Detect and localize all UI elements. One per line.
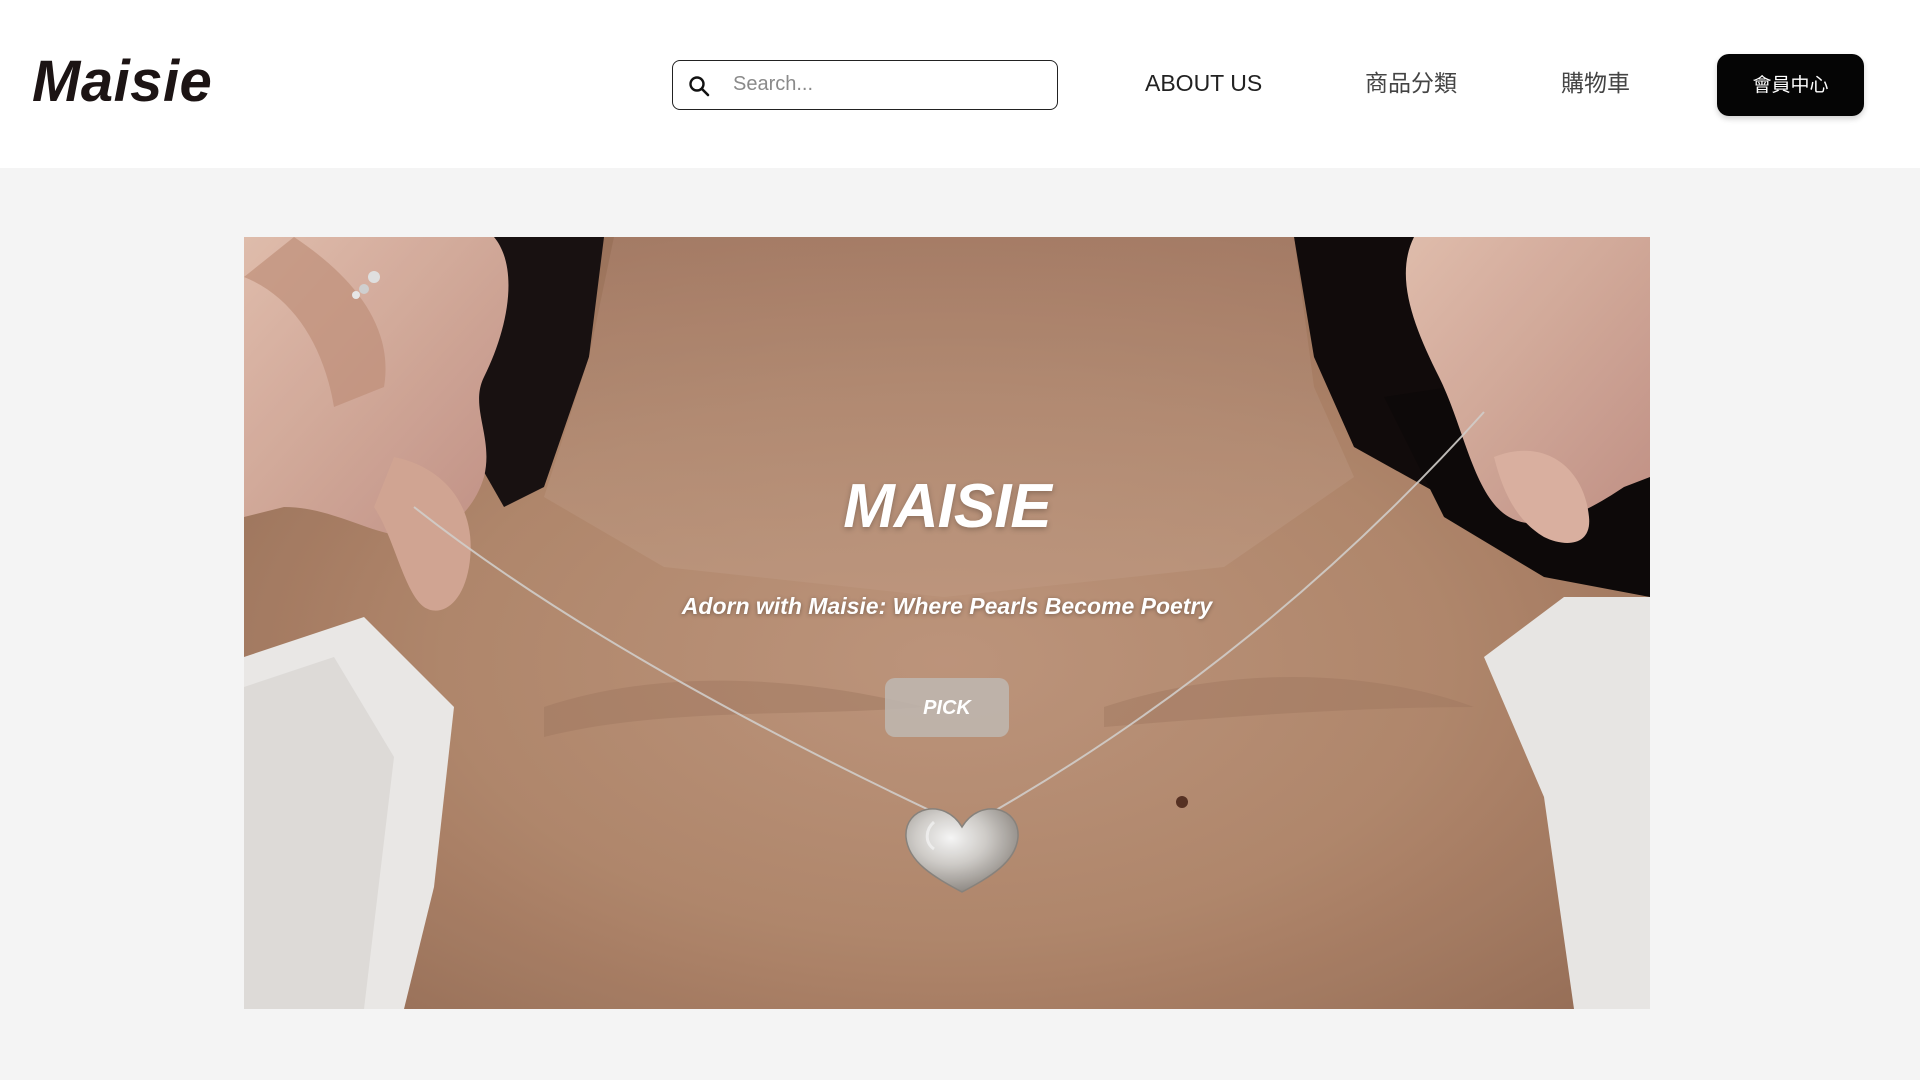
search-box[interactable] (672, 60, 1058, 110)
search-icon[interactable] (687, 74, 711, 98)
pick-button[interactable]: PICK (885, 678, 1009, 737)
nav-categories[interactable]: 商品分類 (1365, 68, 1457, 98)
member-center-button[interactable]: 會員中心 (1717, 54, 1864, 116)
nav-about-us[interactable]: ABOUT US (1145, 68, 1262, 98)
site-header: Maisie ABOUT US 商品分類 購物車 會員中心 (0, 0, 1920, 168)
brand-logo[interactable]: Maisie (32, 46, 212, 118)
hero-banner: MAISIE Adorn with Maisie: Where Pearls B… (244, 237, 1650, 1009)
search-input[interactable] (733, 61, 1043, 108)
nav-cart[interactable]: 購物車 (1561, 68, 1630, 98)
hero-subtitle: Adorn with Maisie: Where Pearls Become P… (681, 593, 1213, 619)
hero-title: MAISIE (843, 472, 1052, 541)
hero-necklace-photo (244, 237, 1650, 1009)
